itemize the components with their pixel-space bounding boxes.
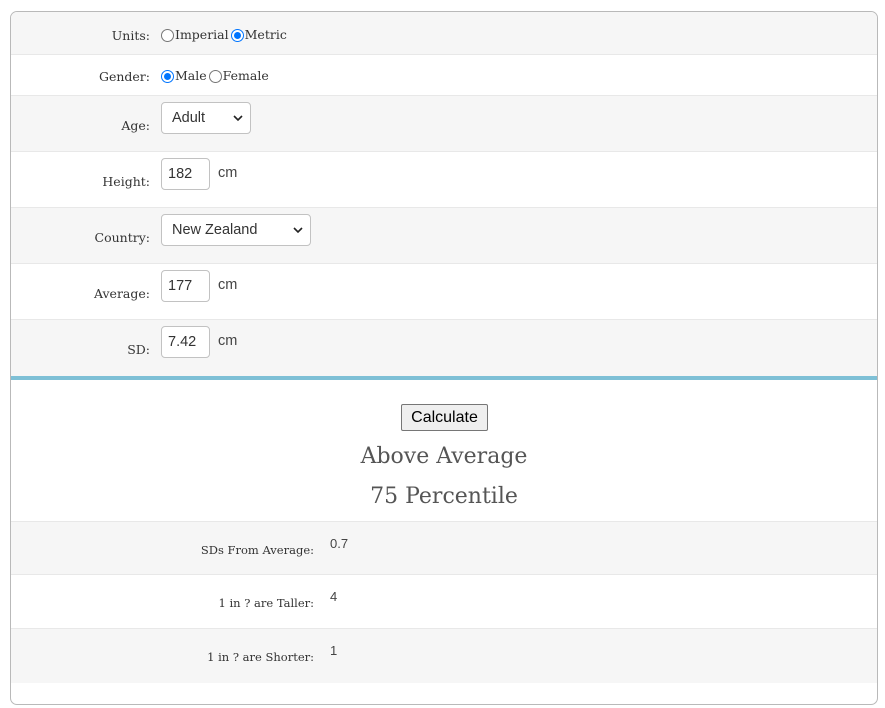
- average-unit: cm: [218, 277, 238, 293]
- gender-female-label[interactable]: Female: [223, 68, 269, 83]
- section-divider: [11, 376, 877, 380]
- country-row: Country: New Zealand: [11, 208, 877, 264]
- height-row: Height: 182 cm: [11, 152, 877, 208]
- gender-radio-group: Male Female: [161, 68, 271, 83]
- shorter-value: 1: [330, 643, 338, 658]
- height-unit: cm: [218, 165, 238, 181]
- average-input[interactable]: 177: [161, 270, 210, 302]
- height-calculator-panel: Units: Imperial Metric Gender: Male Fema…: [10, 11, 878, 705]
- sd-row: SD: 7.42 cm: [11, 320, 877, 376]
- average-label: Average:: [93, 286, 150, 301]
- gender-row: Gender: Male Female: [11, 55, 877, 96]
- height-control: 182 cm: [161, 158, 237, 190]
- units-imperial-label[interactable]: Imperial: [175, 27, 229, 42]
- calculate-button[interactable]: Calculate: [401, 404, 488, 431]
- height-input[interactable]: 182: [161, 158, 210, 190]
- result-percentile: 75 Percentile: [370, 484, 518, 509]
- chevron-down-icon: [293, 227, 303, 234]
- age-control: Adult: [161, 102, 251, 134]
- units-imperial-radio[interactable]: [161, 29, 174, 42]
- country-select-value: New Zealand: [172, 222, 258, 238]
- average-control: 177 cm: [161, 270, 237, 302]
- age-select-value: Adult: [172, 110, 206, 126]
- average-row: Average: 177 cm: [11, 264, 877, 320]
- result-category: Above Average: [360, 444, 528, 469]
- country-select[interactable]: New Zealand: [161, 214, 311, 246]
- units-label: Units:: [111, 28, 150, 43]
- age-row: Age: Adult: [11, 96, 877, 152]
- country-label: Country:: [94, 230, 150, 245]
- gender-label: Gender:: [98, 69, 150, 84]
- age-select[interactable]: Adult: [161, 102, 251, 134]
- age-label: Age:: [121, 118, 150, 133]
- sd-unit: cm: [218, 333, 238, 349]
- taller-label: 1 in ? are Taller:: [218, 596, 314, 610]
- units-metric-label[interactable]: Metric: [245, 27, 287, 42]
- height-label: Height:: [102, 174, 150, 189]
- units-radio-group: Imperial Metric: [161, 27, 289, 42]
- units-row: Units: Imperial Metric: [11, 12, 877, 55]
- sd-input[interactable]: 7.42: [161, 326, 210, 358]
- gender-female-radio[interactable]: [208, 70, 222, 83]
- sds-from-average-label: SDs From Average:: [200, 543, 314, 557]
- country-control: New Zealand: [161, 214, 311, 246]
- units-metric-radio[interactable]: [230, 29, 244, 42]
- result-row-shorter: 1 in ? are Shorter: 1: [11, 629, 877, 683]
- sd-label: SD:: [127, 342, 150, 357]
- chevron-down-icon: [233, 115, 243, 122]
- sd-control: 7.42 cm: [161, 326, 237, 358]
- shorter-label: 1 in ? are Shorter:: [207, 650, 314, 664]
- result-row-sds: SDs From Average: 0.7: [11, 521, 877, 575]
- sds-from-average-value: 0.7: [330, 536, 349, 551]
- taller-value: 4: [330, 589, 338, 604]
- result-row-taller: 1 in ? are Taller: 4: [11, 575, 877, 629]
- gender-male-label[interactable]: Male: [175, 68, 207, 83]
- gender-male-radio[interactable]: [161, 70, 174, 83]
